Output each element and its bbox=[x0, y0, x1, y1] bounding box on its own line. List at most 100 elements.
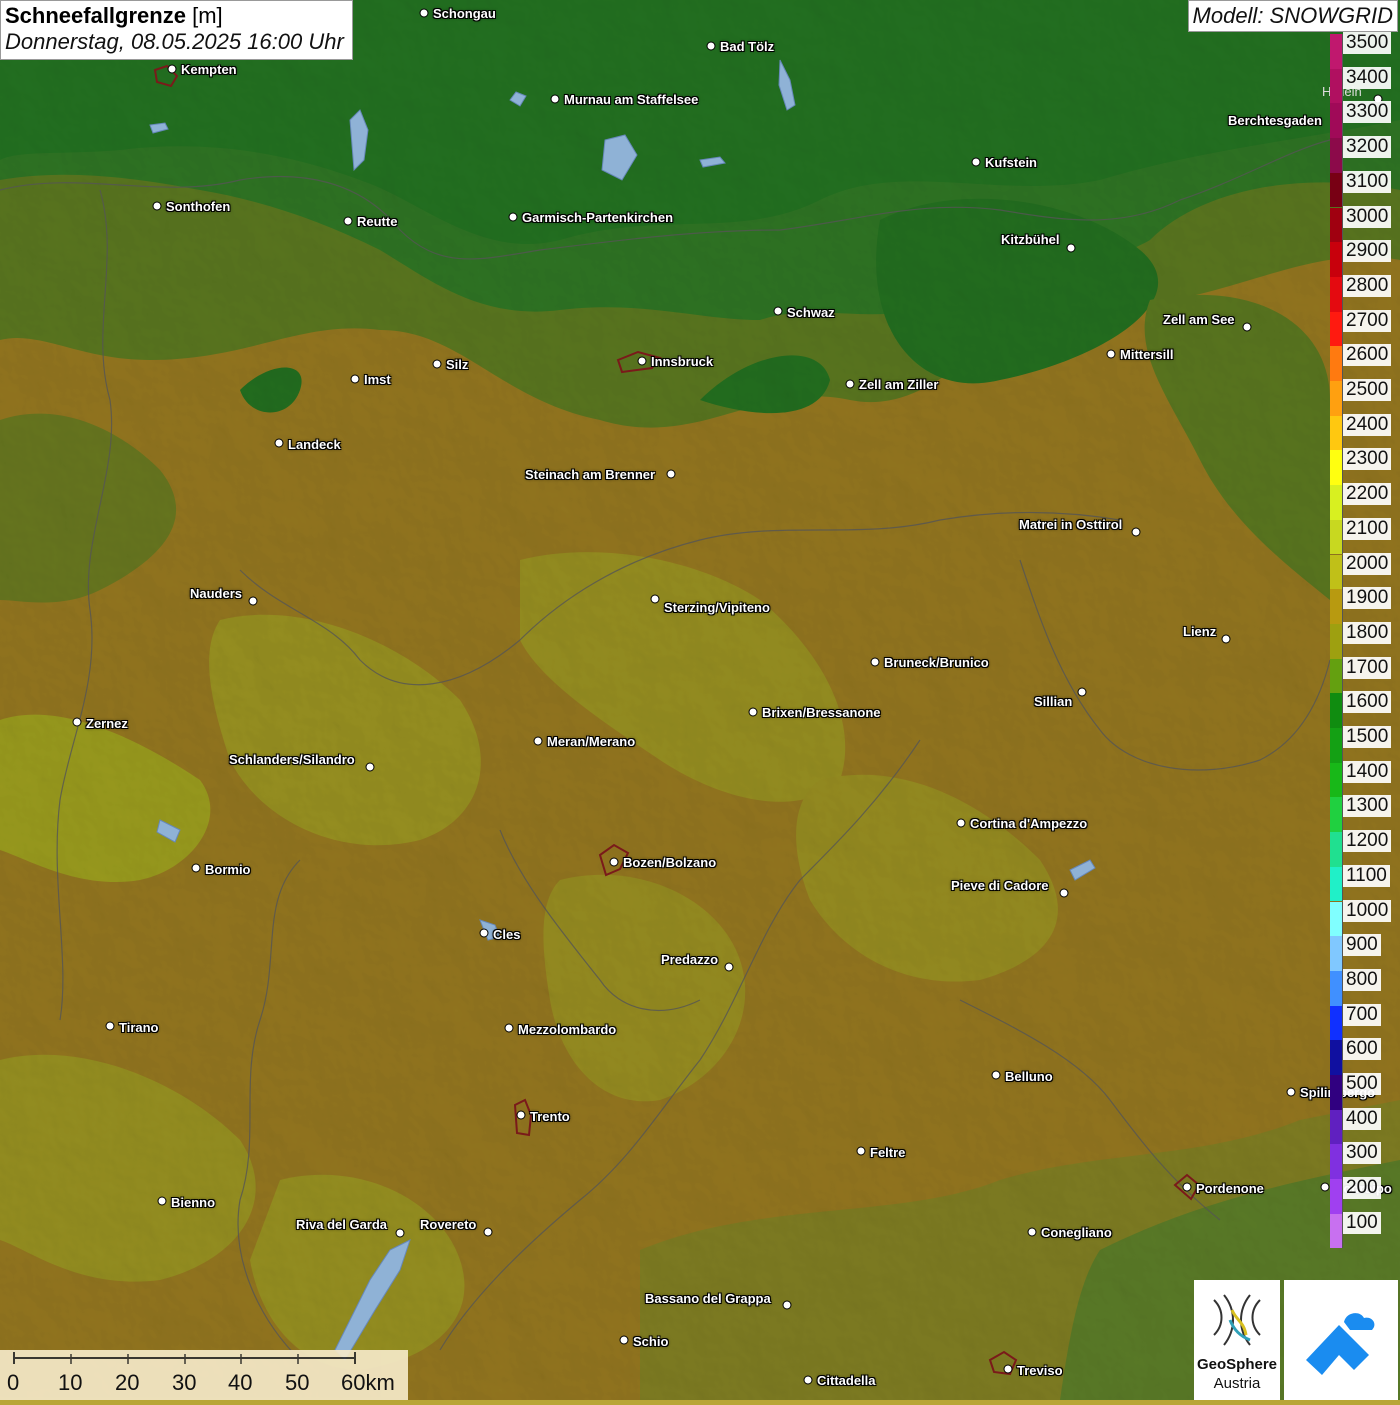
city-label: Predazzo bbox=[661, 952, 719, 967]
city-label: Pieve di Cadore bbox=[951, 878, 1049, 893]
legend-label: 3200 bbox=[1343, 136, 1392, 159]
city-label: Feltre bbox=[870, 1145, 906, 1160]
city-label: Imst bbox=[364, 372, 391, 387]
city-dot bbox=[1027, 1227, 1037, 1237]
city-dot bbox=[1320, 1182, 1330, 1192]
city-dot bbox=[1066, 243, 1076, 253]
legend-swatch bbox=[1330, 519, 1343, 555]
scale-tick-20: 20 bbox=[115, 1370, 140, 1395]
legend-row: 800 bbox=[1330, 968, 1400, 1006]
legend-label: 200 bbox=[1343, 1177, 1381, 1200]
legend-label: 3000 bbox=[1343, 205, 1392, 228]
legend-swatch bbox=[1330, 276, 1343, 312]
city-dot bbox=[274, 438, 284, 448]
city-dot bbox=[395, 1228, 405, 1238]
city-label: Landeck bbox=[288, 437, 341, 452]
city-dot bbox=[191, 863, 201, 873]
legend-label: 400 bbox=[1343, 1107, 1381, 1130]
city-label: Pordenone bbox=[1196, 1181, 1264, 1196]
legend-label: 900 bbox=[1343, 934, 1381, 957]
city-dot bbox=[1106, 349, 1116, 359]
legend-label: 3500 bbox=[1343, 32, 1392, 54]
city-label: Bad Tölz bbox=[720, 39, 775, 54]
city-dot bbox=[1221, 634, 1231, 644]
city-label: Schwaz bbox=[787, 305, 835, 320]
scale-tick-60: 60km bbox=[341, 1370, 395, 1395]
city-label: Schlanders/Silandro bbox=[229, 752, 355, 767]
legend-row: 1600 bbox=[1330, 691, 1400, 728]
legend-label: 2700 bbox=[1343, 309, 1392, 332]
legend-swatch bbox=[1330, 1213, 1343, 1249]
city-dot bbox=[619, 1335, 629, 1345]
legend-label: 700 bbox=[1343, 1003, 1381, 1026]
legend-label: 800 bbox=[1343, 968, 1381, 991]
city-dot bbox=[991, 1070, 1001, 1080]
city-dot bbox=[845, 379, 855, 389]
legend-label: 2100 bbox=[1343, 517, 1392, 540]
legend-row: 100 bbox=[1330, 1211, 1400, 1249]
city-label: Nauders bbox=[190, 586, 243, 601]
city-dot bbox=[724, 962, 734, 972]
legend-swatch bbox=[1330, 1144, 1343, 1180]
city-dot bbox=[72, 717, 82, 727]
mountain-cloud-icon bbox=[1306, 1313, 1375, 1375]
city-dot bbox=[748, 707, 758, 717]
city-dot bbox=[157, 1196, 167, 1206]
city-dot bbox=[666, 469, 676, 479]
city-label: Bormio bbox=[205, 862, 251, 877]
legend-swatch bbox=[1330, 103, 1343, 139]
legend-row: 2000 bbox=[1330, 552, 1400, 590]
legend-row: 2900 bbox=[1330, 240, 1400, 277]
legend-label: 2600 bbox=[1343, 344, 1392, 367]
city-dot bbox=[637, 356, 647, 366]
legend-row: 2800 bbox=[1330, 274, 1400, 312]
legend-row: 1100 bbox=[1330, 864, 1400, 902]
city-dot bbox=[483, 1227, 493, 1237]
city-label: Schio bbox=[633, 1334, 669, 1349]
legend-row: 1200 bbox=[1330, 830, 1400, 867]
legend-label: 2000 bbox=[1343, 552, 1392, 575]
legend-label: 2200 bbox=[1343, 483, 1392, 506]
weather-app-logo[interactable] bbox=[1284, 1280, 1398, 1400]
legend-swatch bbox=[1330, 1005, 1343, 1041]
legend-row: 3200 bbox=[1330, 136, 1400, 173]
city-dot bbox=[248, 596, 258, 606]
legend-row: 2300 bbox=[1330, 448, 1400, 486]
city-dot bbox=[167, 64, 177, 74]
city-dot bbox=[956, 818, 966, 828]
legend-swatch bbox=[1330, 415, 1343, 451]
city-dot bbox=[1077, 687, 1087, 697]
legend-swatch bbox=[1330, 1109, 1343, 1145]
geosphere-name: GeoSphere bbox=[1196, 1356, 1278, 1373]
legend-swatch bbox=[1330, 936, 1343, 971]
legend-row: 2200 bbox=[1330, 483, 1400, 520]
legend-row: 900 bbox=[1330, 934, 1400, 971]
city-dot bbox=[419, 8, 429, 18]
city-label: Rovereto bbox=[420, 1217, 477, 1232]
legend-label: 1900 bbox=[1343, 587, 1392, 610]
city-label: Cittadella bbox=[817, 1373, 876, 1388]
city-dot bbox=[971, 157, 981, 167]
city-label: Mezzolombardo bbox=[518, 1022, 617, 1037]
geosphere-logo[interactable]: GeoSphere Austria bbox=[1194, 1280, 1280, 1400]
city-label: Sonthofen bbox=[166, 199, 231, 214]
legend-row: 3000 bbox=[1330, 205, 1400, 243]
city-label: Riva del Garda bbox=[296, 1217, 388, 1232]
city-dot bbox=[105, 1021, 115, 1031]
geosphere-subname: Austria bbox=[1213, 1375, 1261, 1392]
city-dot bbox=[350, 374, 360, 384]
legend-row: 3400 bbox=[1330, 66, 1400, 104]
city-label: Brixen/Bressanone bbox=[762, 705, 881, 720]
city-dot bbox=[516, 1110, 526, 1120]
city-dot bbox=[706, 41, 716, 51]
legend-row: 600 bbox=[1330, 1038, 1400, 1075]
legend-swatch bbox=[1330, 381, 1343, 416]
city-dot bbox=[508, 212, 518, 222]
city-label: Lienz bbox=[1183, 624, 1217, 639]
legend-label: 2300 bbox=[1343, 448, 1392, 471]
city-dot bbox=[856, 1146, 866, 1156]
legend-swatch bbox=[1330, 242, 1343, 277]
city-dot bbox=[1242, 322, 1252, 332]
city-label: Meran/Merano bbox=[547, 734, 636, 749]
city-label: Zell am See bbox=[1163, 312, 1235, 327]
